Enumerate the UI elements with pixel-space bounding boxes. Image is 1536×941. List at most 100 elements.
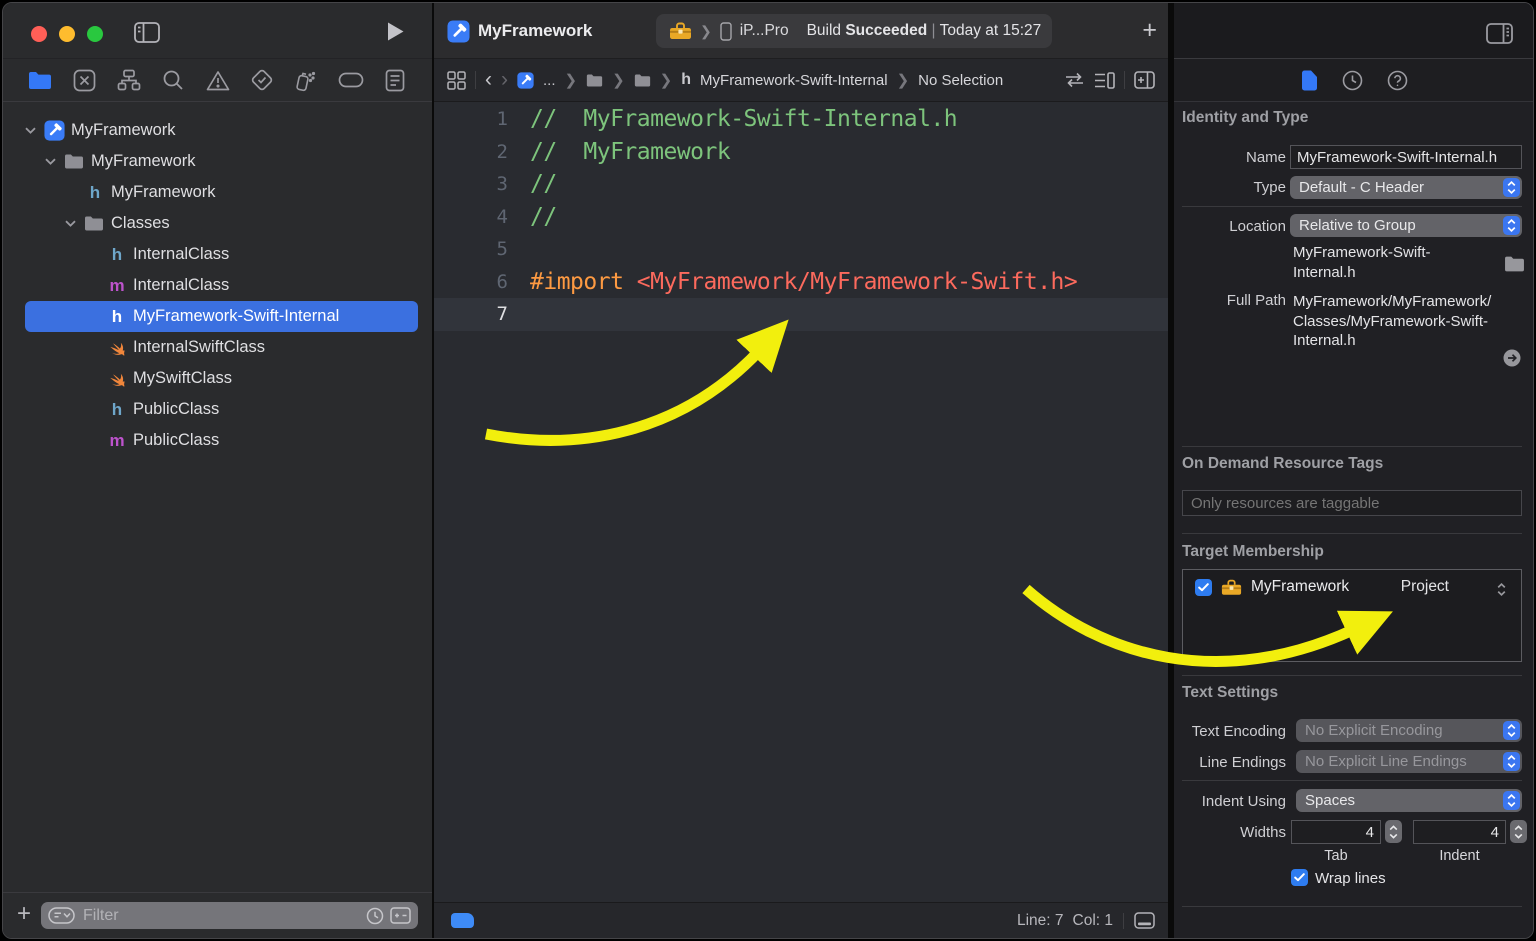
full-path-value: MyFramework/MyFramework/Classes/MyFramew…	[1293, 292, 1493, 351]
tree-item-folder[interactable]: MyFramework	[25, 146, 418, 177]
chevron-down-icon[interactable]	[45, 158, 64, 165]
activity-status[interactable]: Build Succeeded | Today at 15:27	[807, 22, 1042, 40]
target-checkbox[interactable]	[1195, 579, 1212, 596]
tree-item-impl-file[interactable]: m InternalClass	[25, 270, 418, 301]
role-popup-chevrons-icon[interactable]	[1497, 583, 1506, 596]
zoom-window-button[interactable]	[87, 26, 103, 42]
test-navigator-icon[interactable]	[249, 67, 275, 93]
source-control-navigator-icon[interactable]	[71, 67, 97, 93]
folder-icon[interactable]	[634, 74, 651, 87]
chevron-down-icon[interactable]	[25, 127, 44, 134]
popup-stepper-icon	[1503, 752, 1520, 771]
breadcrumb-ellipsis[interactable]: ...	[543, 72, 556, 89]
tree-item-header-file[interactable]: h PublicClass	[25, 394, 418, 425]
text-settings-section-title: Text Settings	[1182, 684, 1278, 702]
location-label: Location	[1182, 218, 1286, 235]
breadcrumb-file-name[interactable]: MyFramework-Swift-Internal	[700, 72, 888, 89]
recent-filter-clock-icon[interactable]	[366, 907, 384, 925]
code-line[interactable]: 6#import <MyFramework/MyFramework-Swift.…	[434, 266, 1168, 299]
name-field[interactable]	[1290, 145, 1522, 169]
find-navigator-icon[interactable]	[160, 67, 186, 93]
reveal-path-arrow-icon[interactable]	[1503, 349, 1521, 367]
tree-item-header-file[interactable]: h MyFramework	[25, 177, 418, 208]
adjust-editor-bar-icon[interactable]	[1134, 912, 1155, 929]
code-line[interactable]: 2// MyFramework	[434, 136, 1168, 169]
text-encoding-popup[interactable]: No Explicit Encoding	[1296, 719, 1522, 742]
popup-stepper-icon	[1503, 178, 1520, 197]
close-window-button[interactable]	[31, 26, 47, 42]
tab-width-stepper[interactable]	[1385, 820, 1402, 843]
add-file-button[interactable]: +	[17, 902, 31, 926]
target-role-popup[interactable]: Project	[1401, 578, 1511, 596]
code-line[interactable]: 1// MyFramework-Swift-Internal.h	[434, 103, 1168, 136]
line-endings-popup[interactable]: No Explicit Line Endings	[1296, 750, 1522, 773]
new-tab-button[interactable]: +	[1142, 16, 1157, 45]
code-line-current[interactable]: 7	[434, 298, 1168, 331]
tree-item-impl-file[interactable]: m PublicClass	[25, 425, 418, 456]
target-membership-row[interactable]: MyFramework Project	[1183, 570, 1521, 596]
indent-caption: Indent	[1413, 848, 1506, 864]
xcode-project-icon[interactable]	[517, 72, 534, 89]
filter-scope-icon[interactable]	[390, 907, 411, 924]
run-destination-label[interactable]: iP...Pro	[740, 22, 789, 40]
run-button[interactable]	[387, 22, 404, 41]
location-popup[interactable]: Relative to Group	[1290, 214, 1522, 237]
location-file-name: MyFramework-Swift-Internal.h	[1293, 243, 1471, 282]
xcode-project-icon	[447, 20, 470, 43]
widths-label: Widths	[1174, 824, 1286, 841]
quick-help-inspector-tab-icon[interactable]	[1387, 70, 1408, 91]
go-forward-button[interactable]: ›	[501, 69, 508, 90]
scheme-chevron-icon: ❯	[700, 23, 712, 40]
chevron-down-icon[interactable]	[65, 220, 84, 227]
code-line[interactable]: 3//	[434, 168, 1168, 201]
swap-editor-icon[interactable]	[1064, 72, 1085, 88]
indent-using-popup[interactable]: Spaces	[1296, 789, 1522, 812]
type-popup[interactable]: Default - C Header	[1290, 176, 1522, 199]
project-navigator-icon[interactable]	[27, 67, 53, 93]
code-view[interactable]: 1// MyFramework-Swift-Internal.h 2// MyF…	[434, 103, 1168, 902]
editor-options-icon[interactable]	[1094, 72, 1115, 89]
wrap-lines-checkbox[interactable]	[1291, 869, 1308, 886]
indent-width-stepper[interactable]	[1510, 820, 1527, 843]
cursor-position[interactable]: Line: 7Col: 1	[1017, 912, 1113, 930]
tree-item-selected-header-file[interactable]: h MyFramework-Swift-Internal	[25, 301, 418, 332]
code-line[interactable]: 5	[434, 233, 1168, 266]
filter-input[interactable]	[81, 906, 360, 926]
go-back-button[interactable]: ‹	[485, 69, 492, 90]
folder-icon[interactable]	[586, 74, 603, 87]
breakpoint-navigator-icon[interactable]	[338, 67, 364, 93]
scheme-status-pill[interactable]: ❯ iP...Pro Build Succeeded | Today at 15…	[656, 14, 1052, 48]
filter-icon[interactable]	[48, 907, 75, 924]
popup-stepper-icon	[1503, 216, 1520, 235]
symbol-navigator-icon[interactable]	[116, 67, 142, 93]
editor-titlebar: MyFramework ❯ iP...Pro Build Succeeded |…	[434, 3, 1168, 59]
code-line[interactable]: 4//	[434, 201, 1168, 234]
tree-item-swift-file[interactable]: MySwiftClass	[25, 363, 418, 394]
tree-item-folder[interactable]: Classes	[25, 208, 418, 239]
tab-width-field[interactable]	[1291, 820, 1381, 844]
history-inspector-tab-icon[interactable]	[1342, 70, 1363, 91]
tree-item-project[interactable]: MyFramework	[25, 115, 418, 146]
add-editor-icon[interactable]	[1134, 71, 1155, 89]
toggle-sidebar-icon[interactable]	[134, 22, 160, 43]
tree-item-swift-file[interactable]: InternalSwiftClass	[25, 332, 418, 363]
toggle-inspector-icon[interactable]	[1486, 23, 1513, 44]
popup-stepper-icon	[1503, 791, 1520, 810]
odr-tags-field[interactable]	[1182, 490, 1522, 516]
debug-navigator-icon[interactable]	[293, 67, 319, 93]
navigator-filter-bar: +	[3, 892, 432, 938]
choose-location-folder-icon[interactable]	[1504, 256, 1525, 272]
source-editor: MyFramework ❯ iP...Pro Build Succeeded |…	[434, 3, 1168, 938]
filter-field[interactable]	[41, 902, 418, 929]
indent-width-field[interactable]	[1413, 820, 1506, 844]
sidebar-titlebar	[3, 3, 432, 59]
issue-navigator-icon[interactable]	[205, 67, 231, 93]
inspector-panel: Identity and Type Name Type Default - C …	[1174, 3, 1534, 938]
breadcrumb-selection[interactable]: No Selection	[918, 72, 1003, 89]
minimize-window-button[interactable]	[59, 26, 75, 42]
file-inspector-tab-icon[interactable]	[1301, 70, 1318, 91]
related-items-icon[interactable]	[447, 71, 466, 90]
swift-file-icon	[106, 338, 133, 357]
tree-item-header-file[interactable]: h InternalClass	[25, 239, 418, 270]
report-navigator-icon[interactable]	[382, 67, 408, 93]
